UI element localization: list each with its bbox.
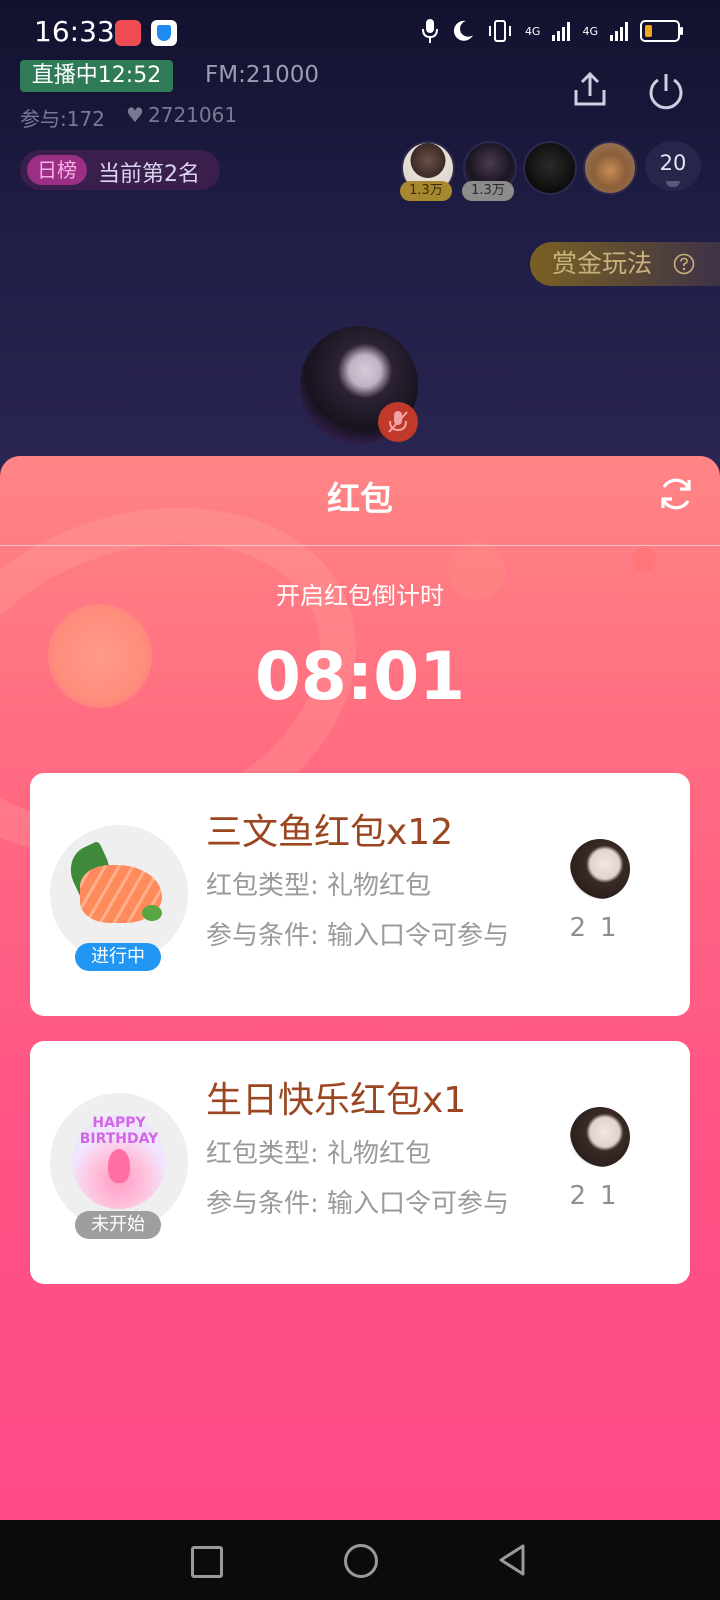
- like-count: 2721061: [148, 103, 238, 127]
- recent-apps-button[interactable]: [191, 1546, 223, 1578]
- viewer-score-badge: 1.3万: [400, 181, 452, 201]
- mic-off-icon: [378, 402, 418, 442]
- status-badge: 未开始: [75, 1211, 161, 1239]
- signal-icon: [552, 21, 571, 41]
- power-icon[interactable]: [645, 70, 687, 112]
- app-notification-icon: [115, 20, 141, 46]
- participant-count: 参与:172: [20, 107, 105, 131]
- moon-icon: [453, 20, 473, 41]
- garnish-decoration: [142, 905, 162, 921]
- background-decoration: [632, 548, 656, 572]
- network-type-2: 4G: [582, 24, 598, 38]
- share-icon[interactable]: [570, 70, 610, 110]
- viewer-score-badge: 1.3万: [462, 181, 514, 201]
- packet-condition: 参与条件: 输入口令可参与: [206, 921, 510, 951]
- status-icons: 4G 4G: [421, 18, 683, 44]
- flamingo-decoration: [108, 1149, 130, 1183]
- mic-icon: [421, 19, 438, 43]
- sender-avatar[interactable]: [570, 1107, 630, 1167]
- sender-avatar[interactable]: [570, 839, 630, 899]
- system-navigation-bar: [0, 1520, 720, 1600]
- shield-icon: [151, 20, 177, 46]
- rank-tag: 日榜: [27, 155, 87, 185]
- packet-type: 红包类型: 礼物红包: [206, 871, 432, 901]
- status-badge: 进行中: [75, 943, 161, 971]
- battery-icon: [640, 20, 683, 42]
- live-duration-badge: 直播中12:52: [20, 60, 173, 92]
- vibrate-icon: [488, 20, 511, 42]
- signal-icon-2: [610, 21, 628, 41]
- back-button[interactable]: [495, 1542, 529, 1578]
- rank-text: 当前第2名: [98, 162, 200, 187]
- divider: [0, 545, 720, 546]
- home-button[interactable]: [344, 1544, 378, 1578]
- packet-name: 生日快乐红包x1: [206, 1080, 467, 1121]
- packet-type: 红包类型: 礼物红包: [206, 1139, 432, 1169]
- red-packet-card[interactable]: 进行中 三文鱼红包x12 红包类型: 礼物红包 参与条件: 输入口令可参与 21: [30, 773, 690, 1016]
- birthday-image-text: HAPPY BIRTHDAY: [79, 1115, 159, 1147]
- packet-condition: 参与条件: 输入口令可参与: [206, 1189, 510, 1219]
- packet-count: 21: [569, 1181, 631, 1211]
- viewer-avatar[interactable]: [523, 141, 577, 195]
- countdown-timer: 08:01: [254, 638, 466, 715]
- red-packet-card[interactable]: HAPPY BIRTHDAY 未开始 生日快乐红包x1 红包类型: 礼物红包 参…: [30, 1041, 690, 1284]
- packet-count: 21: [569, 913, 631, 943]
- viewer-avatar[interactable]: [583, 141, 637, 195]
- countdown-label: 开启红包倒计时: [276, 582, 444, 610]
- refresh-icon[interactable]: [656, 474, 696, 514]
- daily-rank-chip[interactable]: 日榜 当前第2名: [20, 150, 220, 190]
- panel-title: 红包: [327, 479, 393, 518]
- red-packet-panel: 红包 开启红包倒计时 08:01 进行中 三文鱼红包x12 红包类型: 礼物红包…: [0, 456, 720, 1520]
- help-icon[interactable]: [673, 253, 695, 275]
- packet-name: 三文鱼红包x12: [206, 812, 454, 853]
- network-type-1: 4G: [524, 24, 541, 38]
- clock: 16:33: [34, 15, 115, 48]
- status-bar: 16:33 4G 4G: [0, 0, 720, 68]
- heart-icon: ♥: [126, 103, 144, 127]
- room-fm-number: FM:21000: [205, 62, 319, 88]
